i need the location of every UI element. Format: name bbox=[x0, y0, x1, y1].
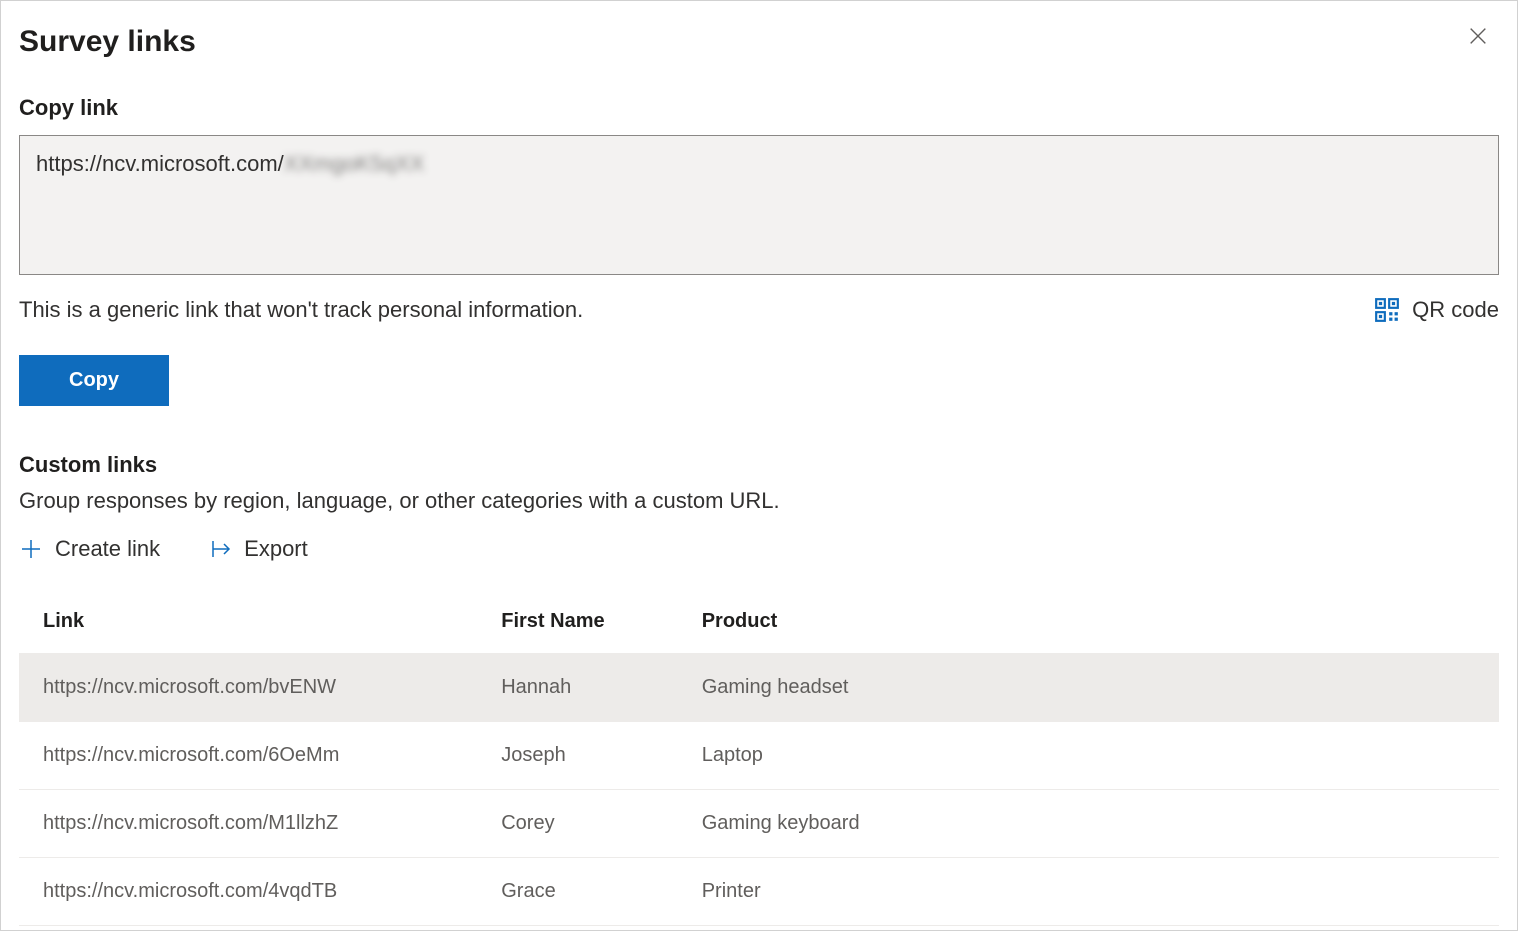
survey-links-dialog: Survey links Copy link https://ncv.micro… bbox=[0, 0, 1518, 931]
export-label: Export bbox=[244, 536, 308, 562]
create-link-button[interactable]: Create link bbox=[19, 536, 160, 562]
table-body: https://ncv.microsoft.com/bvENWHannahGam… bbox=[19, 654, 1499, 926]
table-row[interactable]: https://ncv.microsoft.com/6OeMmJosephLap… bbox=[19, 722, 1499, 790]
link-visible-part: https://ncv.microsoft.com/ bbox=[36, 151, 284, 176]
dialog-title: Survey links bbox=[19, 25, 1499, 59]
cell-link: https://ncv.microsoft.com/M1llzhZ bbox=[43, 812, 501, 835]
table-row[interactable]: https://ncv.microsoft.com/4vqdTBGracePri… bbox=[19, 858, 1499, 926]
column-header-link[interactable]: Link bbox=[43, 610, 501, 633]
table-header: Link First Name Product bbox=[19, 590, 1499, 654]
cell-product: Printer bbox=[702, 880, 1475, 903]
generic-link-note: This is a generic link that won't track … bbox=[19, 297, 583, 323]
link-obscured-part: XXmgoK5qXX bbox=[284, 151, 425, 176]
copy-button[interactable]: Copy bbox=[19, 355, 169, 406]
custom-links-description: Group responses by region, language, or … bbox=[19, 488, 1499, 514]
cell-first-name: Corey bbox=[501, 812, 701, 835]
cell-product: Gaming keyboard bbox=[702, 812, 1475, 835]
custom-links-actions: Create link Export bbox=[19, 536, 1499, 562]
cell-first-name: Hannah bbox=[501, 676, 701, 699]
qr-code-label: QR code bbox=[1412, 297, 1499, 323]
custom-links-section: Custom links Group responses by region, … bbox=[19, 452, 1499, 926]
qr-code-icon bbox=[1374, 297, 1400, 323]
custom-links-table: Link First Name Product https://ncv.micr… bbox=[19, 590, 1499, 926]
create-link-label: Create link bbox=[55, 536, 160, 562]
cell-first-name: Grace bbox=[501, 880, 701, 903]
cell-link: https://ncv.microsoft.com/6OeMm bbox=[43, 744, 501, 767]
cell-first-name: Joseph bbox=[501, 744, 701, 767]
export-icon bbox=[208, 537, 232, 561]
cell-link: https://ncv.microsoft.com/bvENW bbox=[43, 676, 501, 699]
close-icon bbox=[1467, 25, 1489, 47]
copy-link-label: Copy link bbox=[19, 95, 1499, 121]
plus-icon bbox=[19, 537, 43, 561]
column-header-product[interactable]: Product bbox=[702, 610, 1475, 633]
column-header-first-name[interactable]: First Name bbox=[501, 610, 701, 633]
export-button[interactable]: Export bbox=[208, 536, 308, 562]
table-row[interactable]: https://ncv.microsoft.com/bvENWHannahGam… bbox=[19, 654, 1499, 722]
generic-note-row: This is a generic link that won't track … bbox=[19, 297, 1499, 323]
cell-link: https://ncv.microsoft.com/4vqdTB bbox=[43, 880, 501, 903]
cell-product: Laptop bbox=[702, 744, 1475, 767]
custom-links-title: Custom links bbox=[19, 452, 1499, 478]
close-button[interactable] bbox=[1463, 21, 1493, 51]
table-row[interactable]: https://ncv.microsoft.com/M1llzhZCoreyGa… bbox=[19, 790, 1499, 858]
cell-product: Gaming headset bbox=[702, 676, 1475, 699]
generic-link-textarea[interactable]: https://ncv.microsoft.com/XXmgoK5qXX bbox=[19, 135, 1499, 275]
qr-code-button[interactable]: QR code bbox=[1374, 297, 1499, 323]
